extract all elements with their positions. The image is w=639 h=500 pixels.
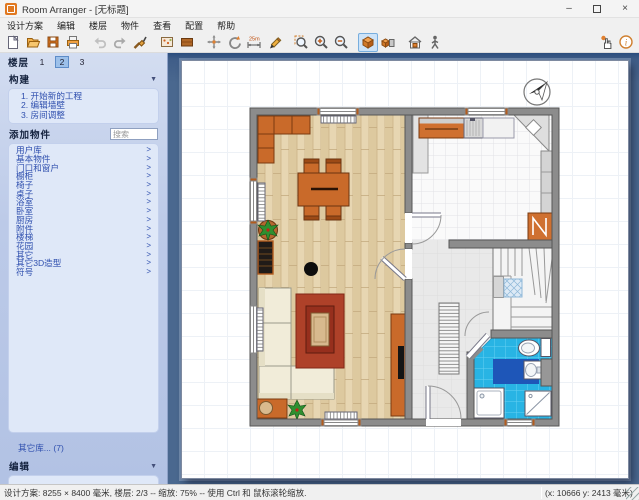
chevron-right-icon: >: [146, 268, 151, 277]
maximize-icon: [593, 5, 601, 13]
save-floppy-icon[interactable]: [43, 33, 63, 52]
window-title: Room Arranger - [无标题]: [22, 2, 129, 16]
drawing-page[interactable]: [181, 60, 629, 479]
floors-row: 楼层 1 2 3: [0, 55, 167, 68]
transform-arrows-icon[interactable]: [204, 33, 224, 52]
svg-text:25m: 25m: [249, 37, 260, 43]
kitchen-sink[interactable]: [464, 118, 483, 138]
undo-icon: [90, 33, 110, 52]
bookshelf[interactable]: [258, 241, 273, 274]
zoom-out-icon[interactable]: [331, 33, 351, 52]
pattern-board-icon[interactable]: [157, 33, 177, 52]
walk-view-icon[interactable]: [425, 33, 445, 52]
collapse-arrow-icon[interactable]: ▼: [150, 76, 158, 83]
build-title: 构建: [9, 72, 30, 86]
open-folder-icon[interactable]: [23, 33, 43, 52]
menu-object[interactable]: 物件: [114, 18, 146, 33]
add-objects-header: 添加物件: [0, 125, 167, 142]
menu-plan[interactable]: 设计方案: [0, 18, 50, 33]
category-symbols[interactable]: 符号>: [9, 268, 158, 277]
title-bar: Room Arranger - [无标题] – ×: [0, 0, 639, 18]
dimensions-icon[interactable]: 25m: [244, 33, 264, 52]
tall-cabinet[interactable]: [541, 151, 552, 213]
side-table[interactable]: [257, 399, 287, 418]
status-plan-info: 设计方案: 8255 × 8400 毫米, 楼层: 2/3 -- 缩放: 75%…: [0, 487, 541, 499]
new-document-icon[interactable]: [3, 33, 23, 52]
build-section-header[interactable]: 构建 ▼: [0, 71, 167, 87]
toilet[interactable]: [519, 339, 551, 357]
view-3d-cube-icon[interactable]: [358, 33, 378, 52]
floor-tab-1[interactable]: 1: [35, 56, 49, 68]
zoom-in-icon[interactable]: [311, 33, 331, 52]
staircase[interactable]: [493, 248, 552, 336]
sidebar: 楼层 1 2 3 构建 ▼ 1. 开始新的工程 2. 编辑墙壁 3. 房间调整 …: [0, 53, 168, 484]
collapse-arrow-icon[interactable]: ▼: [150, 463, 158, 470]
redo-icon: [110, 33, 130, 52]
walkthrough-house-icon[interactable]: [405, 33, 425, 52]
menu-help[interactable]: 帮助: [210, 18, 242, 33]
status-cursor-coordinates: (x: 10666 y: 2413 毫米): [542, 487, 626, 499]
wall-pier: [541, 359, 552, 386]
rotate-icon[interactable]: [224, 33, 244, 52]
floor-tab-3[interactable]: 3: [75, 56, 89, 68]
material-board-icon[interactable]: [177, 33, 197, 52]
washing-machine[interactable]: [525, 391, 551, 416]
compass-icon[interactable]: [524, 79, 550, 105]
tv[interactable]: [398, 346, 404, 379]
print-icon[interactable]: [63, 33, 83, 52]
menu-options[interactable]: 配置: [178, 18, 210, 33]
floor-lamp[interactable]: [304, 262, 318, 276]
objects-3d-icon[interactable]: [378, 33, 398, 52]
hallway-radiator[interactable]: [439, 303, 459, 374]
tv-stand[interactable]: [391, 314, 405, 416]
about-info-icon[interactable]: i: [616, 33, 636, 52]
zoom-selection-icon[interactable]: [291, 33, 311, 52]
toolbar: 25m i: [0, 32, 639, 53]
object-categories-panel: 用户库> 基本物件> 门口和窗户> 橱柜> 椅子> 桌子> 浴室> 卧室> 厨房…: [8, 143, 159, 433]
minimize-button[interactable]: –: [555, 0, 583, 18]
shower[interactable]: [474, 388, 504, 418]
add-objects-title: 添加物件: [9, 127, 51, 141]
edit-section-header[interactable]: 编辑 ▼: [0, 458, 167, 474]
more-libraries-link[interactable]: 其它库... (7): [0, 434, 167, 454]
menu-view[interactable]: 查看: [146, 18, 178, 33]
floor-tab-2[interactable]: 2: [55, 56, 69, 68]
refrigerator[interactable]: [528, 213, 552, 240]
door-opening: [405, 249, 412, 279]
menu-bar: 设计方案 编辑 楼层 物件 查看 配置 帮助: [0, 18, 639, 32]
door-opening: [405, 213, 412, 243]
dining-table[interactable]: [298, 173, 349, 206]
floor-plan[interactable]: [241, 71, 571, 436]
floors-label: 楼层: [8, 55, 29, 69]
menu-floor[interactable]: 楼层: [82, 18, 114, 33]
build-step-room-adjust[interactable]: 3. 房间调整: [21, 111, 154, 120]
drawing-canvas[interactable]: [168, 53, 639, 484]
edit-panel: [8, 475, 159, 484]
edit-title: 编辑: [9, 459, 30, 473]
search-input[interactable]: [110, 128, 158, 140]
close-button[interactable]: ×: [611, 0, 639, 18]
maximize-button[interactable]: [583, 0, 611, 18]
resize-grip[interactable]: [626, 487, 639, 500]
status-bar: 设计方案: 8255 × 8400 毫米, 楼层: 2/3 -- 缩放: 75%…: [0, 484, 639, 500]
menu-edit[interactable]: 编辑: [50, 18, 82, 33]
build-panel: 1. 开始新的工程 2. 编辑墙壁 3. 房间调整: [8, 88, 159, 124]
app-icon: [5, 3, 17, 15]
bathroom-sink[interactable]: [524, 361, 541, 379]
draw-pencil-icon[interactable]: [264, 33, 284, 52]
pointer-mode-icon[interactable]: [596, 33, 616, 52]
door-opening: [426, 419, 461, 426]
coffee-table[interactable]: [306, 306, 334, 353]
style-brush-icon[interactable]: [130, 33, 150, 52]
